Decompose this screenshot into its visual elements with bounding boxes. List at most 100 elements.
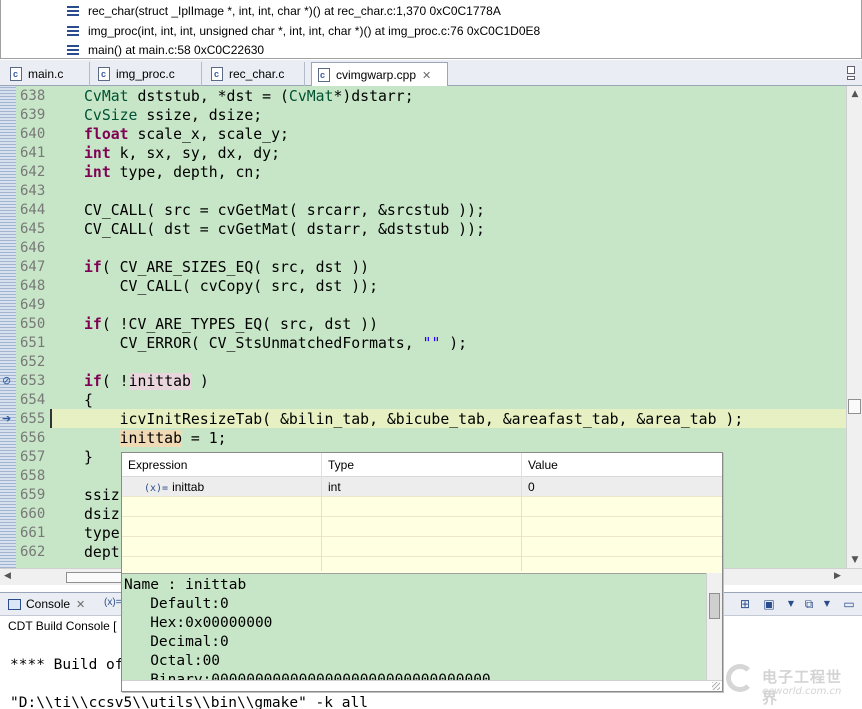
- detail-line: Default:0: [124, 596, 229, 612]
- tab-console[interactable]: Console ✕: [8, 597, 85, 611]
- scroll-up-icon[interactable]: ▲: [850, 89, 860, 99]
- line-number: 645: [20, 221, 46, 237]
- code-line[interactable]: CvSize ssize, dsize;: [84, 106, 262, 125]
- code-line[interactable]: float scale_x, scale_y;: [84, 125, 289, 144]
- line-number: 638: [20, 88, 46, 104]
- code-line[interactable]: if( !CV_ARE_TYPES_EQ( src, dst )): [84, 315, 378, 334]
- tab-main-c[interactable]: main.c: [4, 62, 90, 86]
- code-line[interactable]: if( CV_ARE_SIZES_EQ( src, dst )): [84, 258, 369, 277]
- line-number: 660: [20, 506, 46, 522]
- tab-cvimgwarp-cpp[interactable]: cvimgwarp.cpp ✕: [311, 62, 448, 87]
- expression-hover-popup[interactable]: Expression Type Value (x)= inittab int 0 …: [121, 452, 723, 692]
- popup-table: (x)= inittab int 0: [122, 477, 722, 573]
- c-file-icon: [98, 67, 110, 81]
- line-number: 655: [20, 411, 46, 427]
- expression-name: inittab: [172, 480, 205, 494]
- code-line[interactable]: CV_CALL( src = cvGetMat( srcarr, &srcstu…: [84, 201, 485, 220]
- code-line[interactable]: CV_ERROR( CV_StsUnmatchedFormats, "" );: [84, 334, 467, 353]
- expression-cell: (x)= inittab: [144, 477, 320, 497]
- line-number: 646: [20, 240, 46, 256]
- popup-header: Expression Type Value: [122, 453, 722, 477]
- stack-frame-main[interactable]: main() at main.c:58 0xC0C22630: [67, 41, 264, 58]
- stack-frame-icon: [67, 45, 79, 55]
- table-row: [122, 497, 722, 517]
- tab-label: main.c: [28, 67, 64, 81]
- column-header-type[interactable]: Type: [322, 453, 522, 477]
- scroll-left-icon[interactable]: ◀: [4, 571, 11, 581]
- table-row: [122, 537, 722, 557]
- detail-scrollbar[interactable]: [706, 573, 722, 680]
- code-line[interactable]: dept: [84, 543, 120, 562]
- table-row[interactable]: (x)= inittab int 0: [122, 477, 722, 497]
- code-line[interactable]: CvMat dststub, *dst = (CvMat*)dstarr;: [84, 87, 414, 106]
- line-number: 662: [20, 544, 46, 560]
- instruction-pointer-icon[interactable]: ➔: [2, 413, 14, 425]
- value-cell: 0: [528, 480, 535, 494]
- resize-grip-icon[interactable]: [712, 682, 720, 690]
- value-detail-pane[interactable]: Name : inittab Default:0 Hex:0x00000000 …: [122, 573, 706, 680]
- scroll-thumb[interactable]: [848, 399, 861, 414]
- code-line[interactable]: CV_CALL( cvCopy( src, dst ));: [84, 277, 378, 296]
- column-header-value[interactable]: Value: [522, 453, 722, 477]
- chevron-down-icon[interactable]: ▼: [784, 597, 798, 611]
- code-line[interactable]: icvInitResizeTab( &bilin_tab, &bicube_ta…: [84, 410, 744, 429]
- minimize-icon[interactable]: ▭: [842, 597, 856, 611]
- code-line[interactable]: {: [84, 391, 93, 410]
- column-header-expression[interactable]: Expression: [122, 453, 322, 477]
- tab-expressions[interactable]: (x)=: [104, 597, 122, 608]
- minimize-maximize-controls[interactable]: [840, 62, 862, 84]
- scroll-right-icon[interactable]: ▶: [834, 571, 841, 581]
- code-line[interactable]: }: [84, 448, 93, 467]
- line-number: 653: [20, 373, 46, 389]
- scroll-thumb[interactable]: [709, 593, 720, 619]
- pin-console-icon[interactable]: ⊞: [738, 597, 752, 611]
- code-line[interactable]: dsiz: [84, 505, 120, 524]
- open-console-icon[interactable]: ⧉: [802, 597, 816, 611]
- line-number: 657: [20, 449, 46, 465]
- line-number: 640: [20, 126, 46, 142]
- code-line[interactable]: if( !inittab ): [84, 372, 209, 391]
- code-line[interactable]: type: [84, 524, 120, 543]
- breakpoint-marker-icon[interactable]: ⊘: [2, 375, 14, 387]
- code-line[interactable]: ssiz: [84, 486, 120, 505]
- line-number: 656: [20, 430, 46, 446]
- display-console-icon[interactable]: ▣: [762, 597, 776, 611]
- tab-label: img_proc.c: [116, 67, 175, 81]
- scroll-thumb[interactable]: [66, 572, 122, 583]
- c-file-icon: [211, 67, 223, 81]
- variable-icon: (x)=: [144, 483, 169, 494]
- stack-frame-img-proc[interactable]: img_proc(int, int, int, unsigned char *,…: [67, 22, 540, 40]
- detail-line: Hex:0x00000000: [124, 615, 273, 631]
- console-tab-label: Console: [26, 597, 71, 611]
- line-number: 639: [20, 107, 46, 123]
- line-number: 641: [20, 145, 46, 161]
- stack-frame-label: rec_char(struct _IplImage *, int, int, c…: [88, 4, 501, 18]
- line-number: 650: [20, 316, 46, 332]
- cpp-file-icon: [318, 68, 330, 82]
- line-number: 651: [20, 335, 46, 351]
- code-line[interactable]: int k, sx, sy, dx, dy;: [84, 144, 280, 163]
- code-line[interactable]: CV_CALL( dst = cvGetMat( dstarr, &dststu…: [84, 220, 485, 239]
- expressions-tab-fragment: (x)=: [104, 597, 122, 608]
- stack-frame-rec-char[interactable]: rec_char(struct _IplImage *, int, int, c…: [67, 2, 501, 20]
- close-tab-icon[interactable]: ✕: [422, 69, 431, 82]
- code-line[interactable]: inittab = 1;: [84, 429, 227, 448]
- code-line[interactable]: int type, depth, cn;: [84, 163, 262, 182]
- tab-img-proc-c[interactable]: img_proc.c: [92, 62, 202, 86]
- minimize-icon[interactable]: [847, 66, 855, 74]
- type-cell: int: [328, 480, 341, 494]
- debug-call-stack: rec_char(struct _IplImage *, int, int, c…: [0, 0, 862, 59]
- close-console-icon[interactable]: ✕: [76, 598, 85, 611]
- line-number: 647: [20, 259, 46, 275]
- line-number: 648: [20, 278, 46, 294]
- text-caret: [50, 409, 52, 428]
- chevron-down-icon[interactable]: ▼: [820, 597, 834, 611]
- detail-line: Octal:00: [124, 653, 221, 669]
- scroll-down-icon[interactable]: ▼: [850, 555, 860, 565]
- line-number: 659: [20, 487, 46, 503]
- maximize-icon[interactable]: [847, 76, 855, 80]
- line-number: 654: [20, 392, 46, 408]
- tab-rec-char-c[interactable]: rec_char.c: [205, 62, 305, 86]
- vertical-scrollbar[interactable]: ▲ ▼: [846, 86, 862, 568]
- overview-ruler[interactable]: [0, 86, 16, 568]
